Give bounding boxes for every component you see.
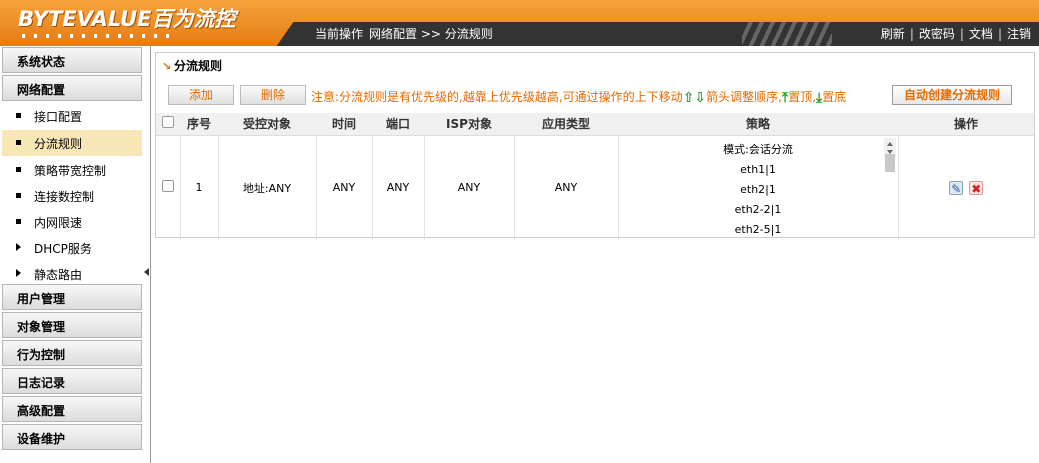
policy-line: eth1|1: [740, 162, 776, 176]
sidebar-item-label: 连接数控制: [34, 190, 95, 204]
sidebar-section-network-config[interactable]: 网络配置: [2, 75, 142, 101]
header-stripes: [742, 22, 832, 46]
top-links: 刷新 | 改密码 | 文档 | 注销: [881, 25, 1031, 42]
column-header-index: 序号: [180, 113, 218, 136]
sidebar-section-behavior-control[interactable]: 行为控制: [2, 340, 142, 366]
row-port: ANY: [372, 135, 425, 240]
bullet-icon: [16, 167, 21, 172]
row-app-type: ANY: [514, 135, 619, 240]
delete-button[interactable]: 删除: [240, 85, 306, 105]
note-text: 置底: [822, 90, 847, 104]
sidebar-section-system-status[interactable]: 系统状态: [2, 47, 142, 73]
sidebar-item-label: 静态路由: [34, 268, 83, 282]
policy-line: eth2-5|1: [734, 222, 782, 236]
link-separator: |: [997, 27, 1002, 41]
edit-icon[interactable]: ✎: [949, 180, 964, 196]
link-separator: |: [909, 27, 914, 41]
rules-panel: ↘ 分流规则 添加 删除 注意:分流规则是有优先级的,越靠上优先级越高,可通过操作…: [155, 52, 1035, 240]
auto-create-rule-button[interactable]: 自动创建分流规则: [892, 85, 1012, 105]
sidebar-section-user-management[interactable]: 用户管理: [2, 284, 142, 310]
column-header-policy: 策略: [618, 113, 898, 136]
rules-table: 序号 受控对象 时间 端口 ISP对象 应用类型 策略 操作 1 地址:ANY …: [156, 113, 1034, 240]
table-row: 1 地址:ANY ANY ANY ANY ANY 模式:会话分流 eth1|1 …: [156, 135, 1034, 240]
sidebar-divider: [150, 46, 151, 463]
expand-arrow-icon: [16, 243, 21, 251]
sidebar-item-bandwidth-policy[interactable]: 策略带宽控制: [2, 157, 142, 183]
note-text: 置顶,: [788, 90, 817, 104]
note-text: 注意:分流规则是有优先级的,越靠上优先级越高,可通过操作的上下移动: [311, 90, 683, 104]
sidebar-section-object-management[interactable]: 对象管理: [2, 312, 142, 338]
sidebar-item-label: 接口配置: [34, 110, 83, 124]
select-all-checkbox[interactable]: [162, 116, 174, 129]
docs-link[interactable]: 文档: [969, 27, 993, 41]
sidebar-item-interface-config[interactable]: 接口配置: [2, 103, 142, 129]
row-policy: 模式:会话分流 eth1|1 eth2|1 eth2-2|1 eth2-5|1: [618, 135, 899, 240]
title-arrow-icon: ↘: [162, 60, 172, 73]
bullet-icon: [16, 140, 21, 145]
logo-decoration: [22, 34, 172, 38]
add-button[interactable]: 添加: [168, 85, 234, 105]
policy-line: eth2|1: [740, 182, 776, 196]
breadcrumb-label: 当前操作: [315, 27, 364, 41]
top-banner: BYTEVALUE百为流控 当前操作 网络配置 >> 分流规则 刷新 | 改密码 | 文档…: [0, 0, 1039, 46]
link-separator: |: [959, 27, 964, 41]
row-time: ANY: [316, 135, 373, 240]
row-actions: ✎ ✖: [898, 135, 1034, 240]
sidebar-item-traffic-split-rules[interactable]: 分流规则: [2, 130, 142, 156]
logo: BYTEVALUE百为流控: [18, 7, 236, 31]
column-header-target: 受控对象: [218, 113, 316, 136]
select-all-cell: [156, 113, 180, 136]
sidebar-section-maintenance[interactable]: 设备维护: [2, 424, 142, 450]
sidebar: 系统状态 网络配置 接口配置 分流规则 策略带宽控制 连接数控制 内网限速 DH…: [0, 46, 142, 463]
panel-title: ↘ 分流规则: [162, 57, 222, 74]
sidebar-item-label: 分流规则: [34, 137, 83, 151]
column-header-actions: 操作: [898, 113, 1034, 136]
collapse-sidebar-icon[interactable]: [144, 268, 149, 276]
column-header-port: 端口: [372, 113, 424, 136]
logout-link[interactable]: 注销: [1007, 27, 1031, 41]
sidebar-section-logs[interactable]: 日志记录: [2, 368, 142, 394]
row-isp: ANY: [424, 135, 515, 240]
sidebar-section-advanced[interactable]: 高级配置: [2, 396, 142, 422]
row-index: 1: [180, 135, 219, 240]
breadcrumb-path: 网络配置 >> 分流规则: [369, 27, 493, 41]
scroll-thumb[interactable]: [884, 153, 895, 172]
bullet-icon: [16, 219, 21, 224]
arrow-up-icon: ⇧: [682, 90, 695, 106]
row-target: 地址:ANY: [218, 135, 317, 240]
delete-icon[interactable]: ✖: [969, 180, 984, 196]
row-select-cell: [156, 135, 181, 240]
table-header-row: 序号 受控对象 时间 端口 ISP对象 应用类型 策略 操作: [156, 113, 1034, 136]
policy-mode: 模式:会话分流: [723, 142, 793, 156]
note-text: 箭头调整顺序,: [706, 90, 782, 104]
priority-note: 注意:分流规则是有优先级的,越靠上优先级越高,可通过操作的上下移动⇧⇩箭头调整顺…: [311, 88, 846, 105]
scroll-up-icon[interactable]: [886, 141, 893, 146]
sidebar-item-label: 策略带宽控制: [34, 164, 107, 178]
policy-line: eth2-2|1: [734, 202, 782, 216]
panel-title-text: 分流规则: [174, 59, 223, 73]
refresh-link[interactable]: 刷新: [881, 27, 905, 41]
column-header-isp: ISP对象: [424, 113, 514, 136]
scroll-down-icon[interactable]: [886, 149, 893, 154]
arrow-down-icon: ⇩: [694, 90, 707, 106]
sidebar-item-connection-limit[interactable]: 连接数控制: [2, 183, 142, 209]
breadcrumb: 当前操作 网络配置 >> 分流规则: [315, 25, 499, 42]
column-header-app-type: 应用类型: [514, 113, 618, 136]
expand-arrow-icon: [16, 269, 21, 277]
sidebar-item-label: DHCP服务: [34, 242, 92, 256]
row-checkbox[interactable]: [161, 180, 174, 192]
policy-scrollbar[interactable]: [883, 137, 896, 172]
bullet-icon: [16, 113, 21, 118]
sidebar-item-dhcp[interactable]: DHCP服务: [2, 235, 142, 261]
toolbar: 添加 删除 注意:分流规则是有优先级的,越靠上优先级越高,可通过操作的上下移动⇧…: [168, 85, 1028, 107]
sidebar-item-lan-rate-limit[interactable]: 内网限速: [2, 209, 142, 235]
change-password-link[interactable]: 改密码: [919, 27, 955, 41]
column-header-time: 时间: [316, 113, 372, 136]
sidebar-item-label: 内网限速: [34, 216, 83, 230]
bullet-icon: [16, 193, 21, 198]
